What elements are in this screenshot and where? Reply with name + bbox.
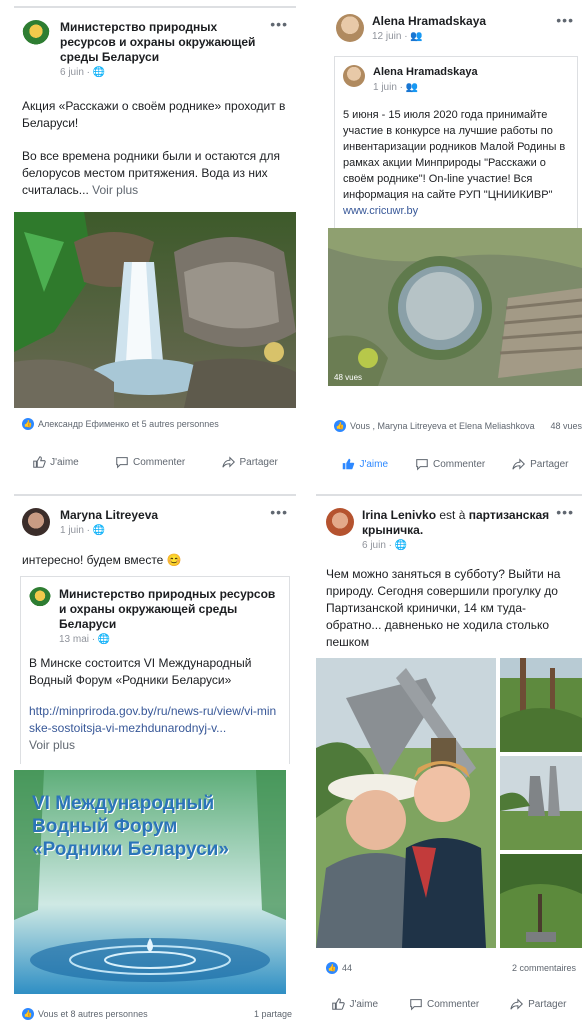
website-link[interactable]: www.cricuwr.by — [343, 205, 418, 217]
image-views-overlay: 48 vues — [334, 373, 363, 382]
friends-icon: 👥 — [405, 82, 419, 93]
post-irina: Irina Lenivko est à партизанская крыничк… — [316, 494, 582, 1024]
see-more-link[interactable]: Voir plus — [92, 183, 138, 197]
share-button[interactable]: Partager — [510, 997, 567, 1011]
reactions-summary[interactable]: 👍 Vous , Maryna Litreyeva et Elena Melia… — [334, 420, 582, 432]
article-link[interactable]: http://minpriroda.gov.by/ru/news-ru/view… — [29, 703, 281, 737]
shared-post-header: Министерство природных ресурсов и охраны… — [29, 587, 279, 645]
like-button[interactable]: J'aime — [341, 457, 388, 471]
comment-icon — [416, 459, 428, 471]
share-icon — [510, 998, 524, 1010]
avatar[interactable] — [22, 508, 50, 536]
shared-post-header: Alena Hramadskaya 1 juin · 👥 — [343, 65, 563, 93]
action-bar: J'aime Commenter Partager — [14, 450, 296, 474]
share-icon — [512, 458, 526, 470]
like-button[interactable]: J'aime — [32, 455, 79, 469]
comment-icon — [116, 457, 128, 469]
post-header: Alena Hramadskaya 12 juin · 👥 — [336, 14, 556, 42]
author-name: Irina Lenivko est à партизанская крыничк… — [362, 508, 550, 537]
feed-screenshot: Министерство природных ресурсов и охраны… — [0, 0, 582, 1024]
action-bar: J'aime Commenter Partager — [328, 452, 582, 476]
avatar[interactable] — [336, 14, 364, 42]
post-maryna: Maryna Litreyeva 1 juin · 🌐 ••• интересн… — [14, 494, 296, 1024]
avatar[interactable] — [343, 65, 365, 87]
avatar[interactable] — [22, 20, 50, 48]
shares-count[interactable]: 1 partage — [254, 1009, 292, 1019]
shared-post-text: В Минске состоится VI Международный Водн… — [29, 655, 281, 754]
friends-icon: 👥 — [410, 31, 423, 42]
photo-selfie[interactable] — [316, 658, 496, 948]
share-button[interactable]: Partager — [221, 455, 278, 469]
author-name[interactable]: Alena Hramadskaya — [372, 14, 486, 29]
like-badge-icon: 👍 — [334, 420, 346, 432]
share-button[interactable]: Partager — [512, 457, 569, 471]
post-image-spring[interactable]: 48 vues — [328, 228, 582, 386]
reactions-summary[interactable]: 👍 Александр Ефименко et 5 autres personn… — [22, 418, 219, 430]
share-icon — [221, 456, 235, 468]
post-header: Министерство природных ресурсов и охраны… — [22, 20, 262, 78]
author-name[interactable]: Министерство природных ресурсов и охраны… — [59, 587, 279, 632]
shared-post[interactable]: Alena Hramadskaya 1 juin · 👥 5 июня - 15… — [334, 56, 578, 228]
smile-emoji-icon: 😊 — [166, 553, 182, 567]
avatar[interactable] — [326, 508, 354, 536]
post-ministry: Министерство природных ресурсов и охраны… — [14, 6, 296, 486]
photo-meadow[interactable] — [500, 854, 582, 948]
more-options-button[interactable]: ••• — [270, 504, 288, 520]
globe-icon: 🌐 — [92, 67, 106, 78]
more-options-button[interactable]: ••• — [270, 16, 288, 32]
author-name[interactable]: Министерство природных ресурсов и охраны… — [60, 20, 262, 65]
reactions-summary[interactable]: 👍 44 2 commentaires — [326, 962, 576, 974]
post-date[interactable]: 13 mai — [59, 634, 89, 645]
comment-button[interactable]: Commenter — [415, 457, 485, 471]
see-more-link[interactable]: Voir plus — [29, 737, 281, 754]
shared-post[interactable]: Министерство природных ресурсов и охраны… — [20, 576, 290, 764]
post-date[interactable]: 12 juin — [372, 31, 401, 42]
post-text: Акция «Расскажи о своём роднике» проходи… — [22, 99, 286, 197]
globe-icon: 🌐 — [394, 540, 408, 551]
comment-button[interactable]: Commenter — [409, 997, 479, 1011]
comments-count[interactable]: 2 commentaires — [512, 963, 576, 973]
post-image-waterfall[interactable] — [14, 212, 296, 408]
comment-icon — [410, 999, 422, 1011]
like-badge-icon: 👍 — [22, 418, 34, 430]
reactions-summary[interactable]: 👍 Vous et 8 autres personnes 1 partage — [22, 1008, 292, 1020]
action-bar: J'aime Commenter Partager — [316, 992, 582, 1016]
more-options-button[interactable]: ••• — [556, 12, 574, 28]
thumbs-up-icon — [332, 998, 346, 1010]
avatar[interactable] — [29, 587, 51, 609]
thumbs-up-filled-icon — [343, 458, 355, 470]
globe-icon: 🌐 — [97, 634, 111, 645]
author-name[interactable]: Alena Hramadskaya — [373, 65, 478, 80]
globe-icon: 🌐 — [92, 525, 106, 536]
post-text: интересно! будем вместе 😊 — [22, 553, 182, 567]
like-badge-icon: 👍 — [326, 962, 338, 974]
post-text: Чем можно заняться в субботу? Выйти на п… — [326, 567, 561, 649]
poster-title: VI Международный Водный Форум «Родники Б… — [32, 793, 229, 860]
shared-post-text: 5 июня - 15 июля 2020 года принимайте уч… — [343, 109, 566, 217]
post-date[interactable]: 6 juin — [362, 540, 386, 551]
post-date[interactable]: 1 juin — [373, 82, 397, 93]
photo-monument[interactable] — [500, 756, 582, 850]
post-date[interactable]: 6 juin — [60, 67, 84, 78]
post-image-forum-poster[interactable]: VI Международный Водный Форум «Родники Б… — [14, 770, 286, 994]
author-name[interactable]: Maryna Litreyeva — [60, 508, 158, 523]
more-options-button[interactable]: ••• — [556, 504, 574, 520]
photo-forest[interactable] — [500, 658, 582, 752]
like-button[interactable]: J'aime — [331, 997, 378, 1011]
post-header: Maryna Litreyeva 1 juin · 🌐 — [22, 508, 262, 536]
thumbs-up-icon — [33, 456, 46, 468]
post-alena: Alena Hramadskaya 12 juin · 👥 ••• Alena … — [328, 6, 582, 486]
post-date[interactable]: 1 juin — [60, 525, 84, 536]
views-count: 48 vues — [550, 421, 582, 431]
post-header: Irina Lenivko est à партизанская крыничк… — [326, 508, 556, 551]
like-badge-icon: 👍 — [22, 1008, 34, 1020]
comment-button[interactable]: Commenter — [115, 455, 185, 469]
